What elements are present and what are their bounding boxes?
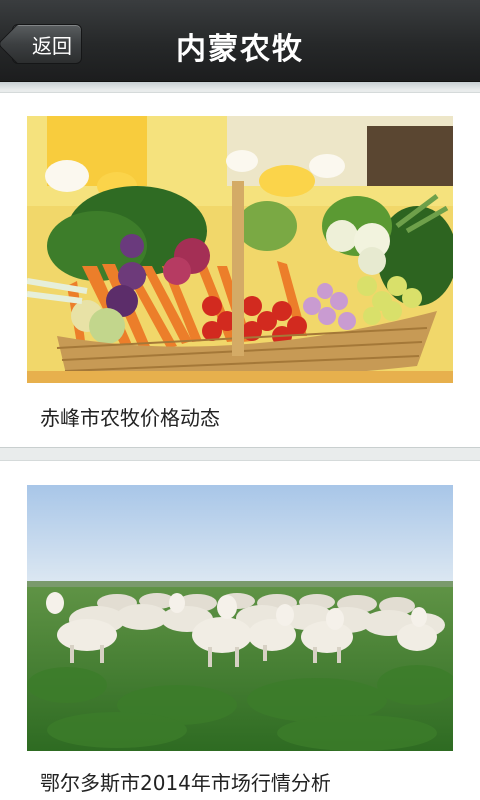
sheep-pasture-photo <box>27 485 453 751</box>
title-bar: 返回 内蒙农牧 <box>0 0 480 82</box>
article-title: 赤峰市农牧价格动态 <box>40 406 220 430</box>
back-button-label: 返回 <box>32 33 72 58</box>
article-title: 鄂尔多斯市2014年市场行情分析 <box>40 771 331 795</box>
header-divider <box>0 82 480 90</box>
article-card[interactable]: 赤峰市农牧价格动态 <box>0 92 480 448</box>
article-card[interactable]: 鄂尔多斯市2014年市场行情分析 <box>0 460 480 800</box>
page-title: 内蒙农牧 <box>176 32 304 67</box>
vegetable-basket-photo <box>27 116 453 383</box>
